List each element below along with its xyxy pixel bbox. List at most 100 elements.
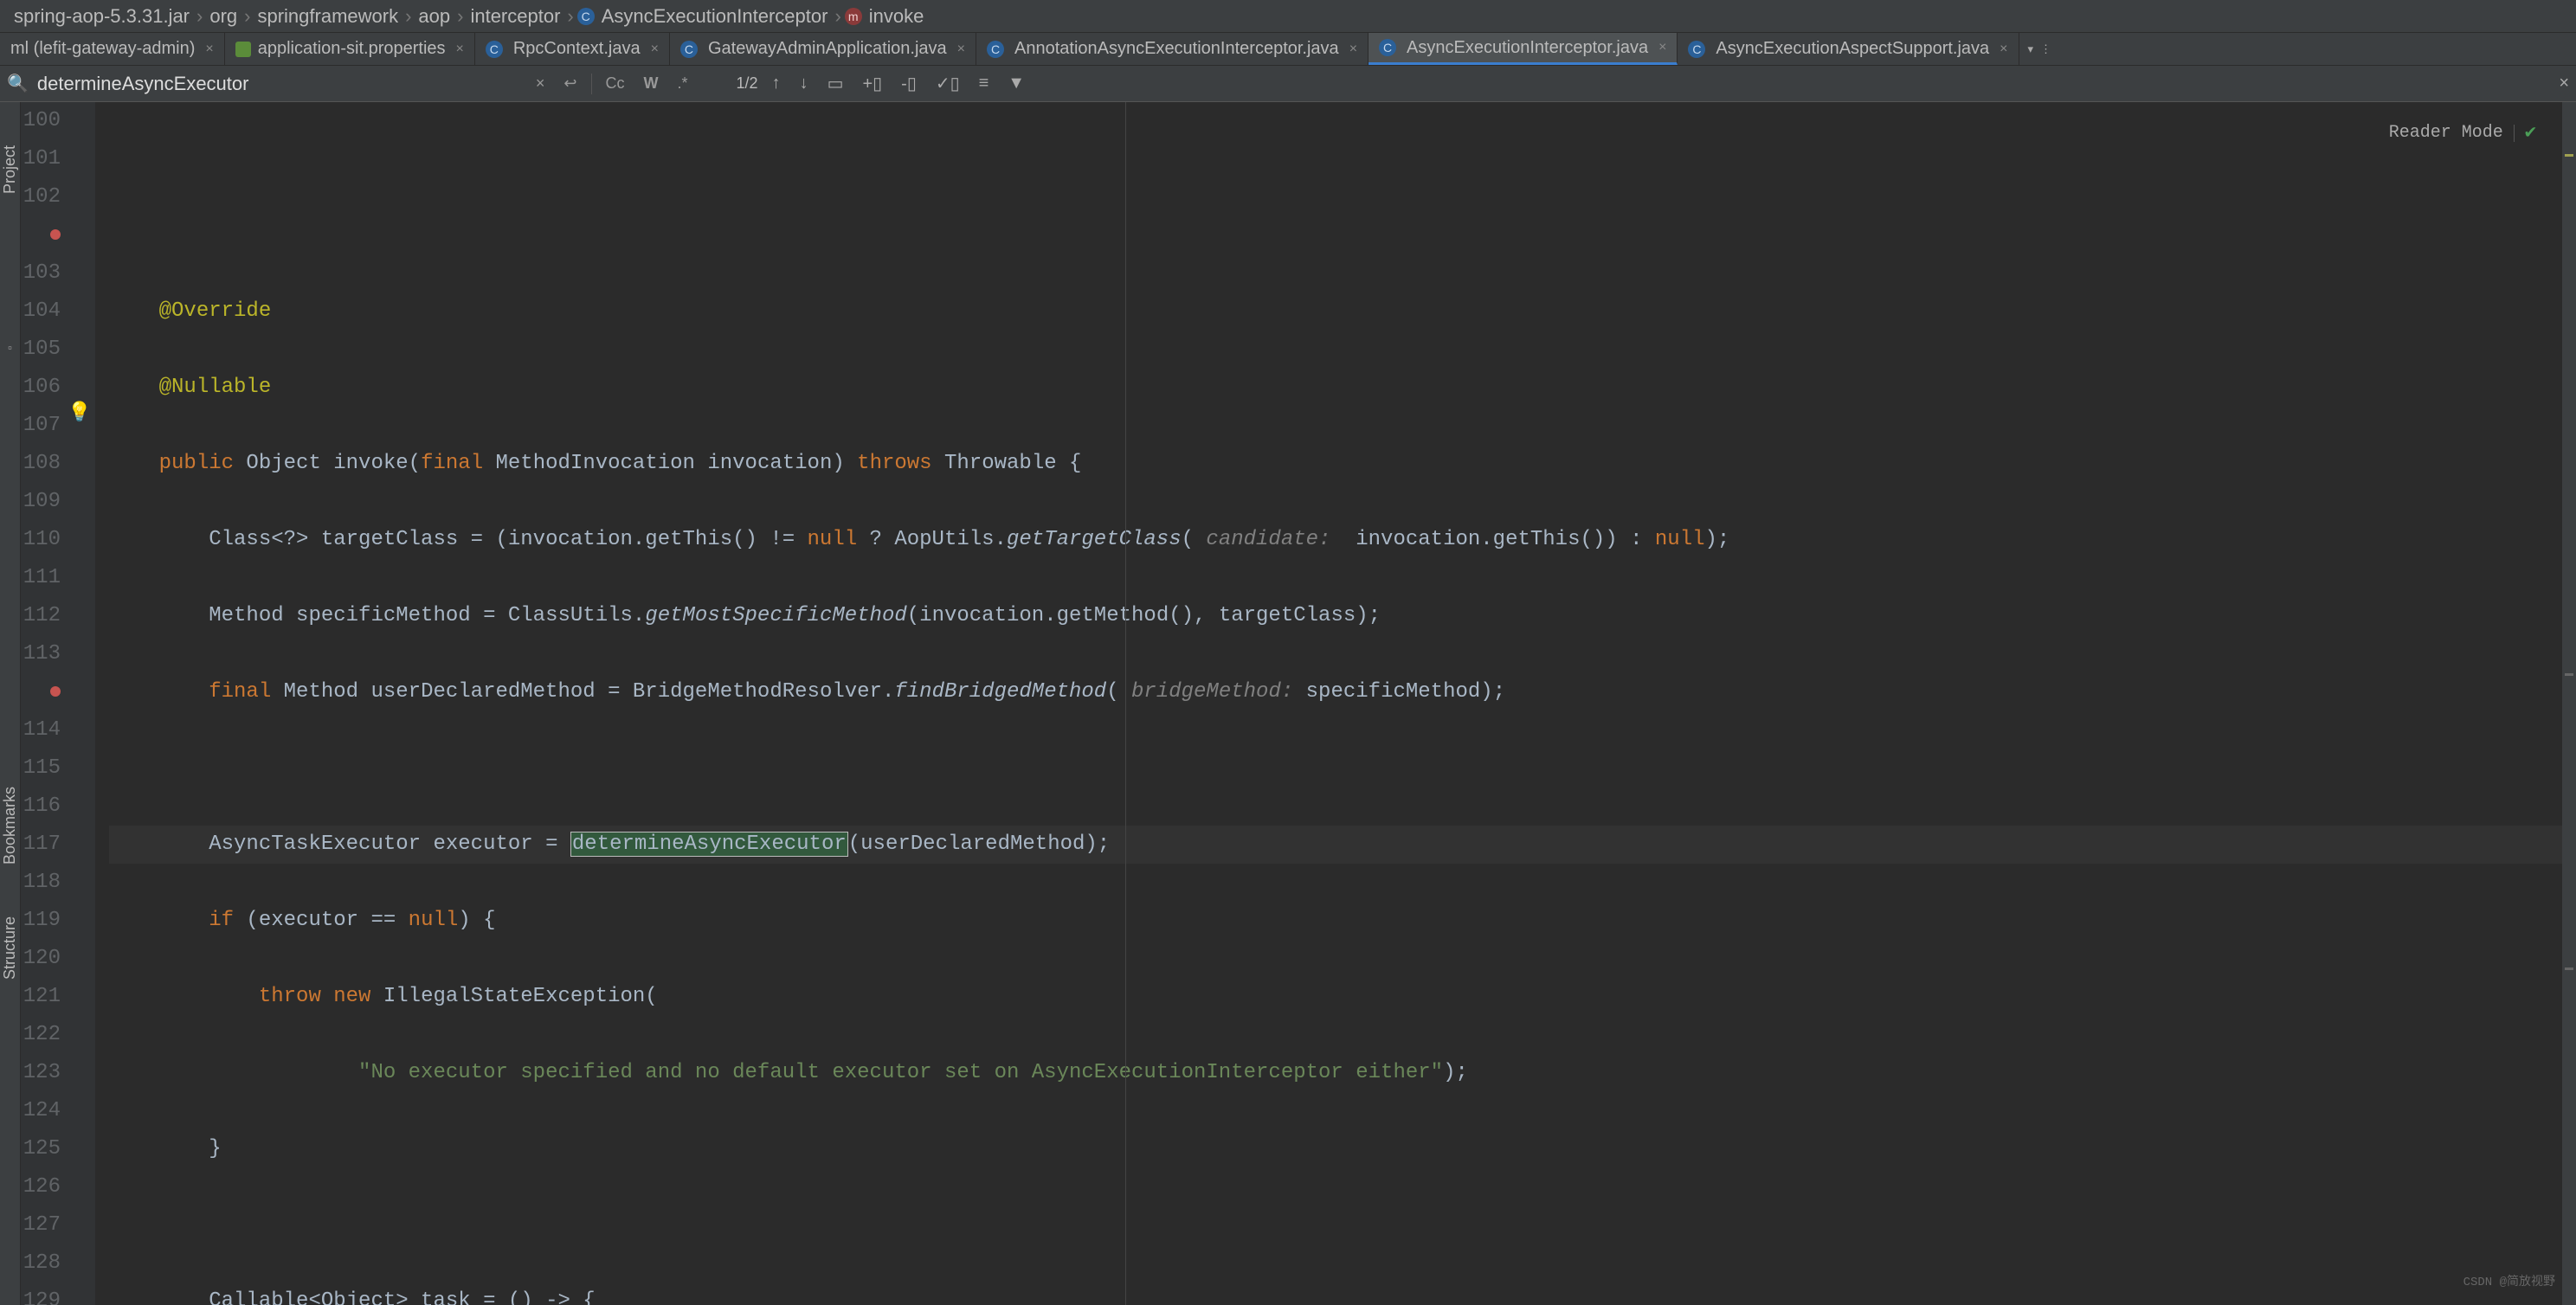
check-icon: ✔ (2525, 114, 2536, 152)
more-menu-icon[interactable]: ⋮ (2040, 42, 2051, 56)
tab-label: application-sit.properties (258, 39, 446, 59)
class-icon: C (486, 41, 503, 58)
tab-async-interceptor[interactable]: C AsyncExecutionInterceptor.java × (1368, 33, 1678, 65)
line-number[interactable]: 104 (21, 292, 61, 331)
class-icon: C (1688, 41, 1705, 58)
line-number[interactable]: 121 (21, 978, 61, 1016)
find-in-selection-icon[interactable]: ≡ (974, 74, 995, 93)
line-number[interactable]: 128 (21, 1244, 61, 1282)
fold-gutter[interactable] (71, 102, 95, 1305)
tool-window-strip-left: Project ▫ Bookmarks Structure (0, 102, 21, 1305)
editor-tabs: ml (lefit-gateway-admin) × application-s… (0, 33, 2576, 66)
crumb-springframework[interactable]: springframework (254, 5, 402, 28)
right-margin-ruler (1125, 102, 1126, 1305)
class-icon: C (680, 41, 698, 58)
line-number[interactable]: 118 (21, 864, 61, 902)
line-number[interactable]: 114 (21, 711, 61, 749)
line-number[interactable]: 126 (21, 1168, 61, 1206)
line-number[interactable]: 112 (21, 597, 61, 635)
line-number[interactable]: 110 (21, 521, 61, 559)
crumb-interceptor[interactable]: interceptor (467, 5, 564, 28)
class-icon: C (577, 8, 595, 25)
line-number[interactable]: 106 (21, 369, 61, 407)
watermark: CSDN @简放视野 (2463, 1263, 2555, 1302)
line-number[interactable]: 111 (21, 559, 61, 597)
search-result: determineAsyncExecutor (570, 832, 848, 857)
line-number[interactable]: 108 (21, 445, 61, 483)
close-icon[interactable]: × (456, 42, 464, 57)
breadcrumb[interactable]: spring-aop-5.3.31.jar › org › springfram… (0, 0, 2576, 33)
line-number[interactable]: 123 (21, 1054, 61, 1092)
close-icon[interactable]: × (1349, 42, 1357, 57)
project-tool-button[interactable]: Project (1, 145, 19, 194)
line-number[interactable]: 103 (21, 254, 61, 292)
close-icon[interactable]: × (957, 42, 965, 57)
structure-tool-button[interactable]: Structure (1, 916, 19, 980)
editor-scrollbar[interactable] (2562, 102, 2576, 1305)
next-match-icon[interactable]: ↓ (795, 74, 814, 93)
line-number[interactable]: 107 (21, 407, 61, 445)
match-case-button[interactable]: Cc (601, 73, 630, 94)
crumb-class[interactable]: AsyncExecutionInterceptor (598, 5, 832, 28)
tab-label: RpcContext.java (513, 39, 641, 59)
line-number[interactable]: 122 (21, 1016, 61, 1054)
tab-label: AsyncExecutionInterceptor.java (1407, 38, 1648, 58)
clear-find-icon[interactable]: × (531, 73, 551, 94)
folder-icon[interactable]: ▫ (8, 341, 12, 354)
line-number[interactable]: 109 (21, 483, 61, 521)
line-number[interactable]: 102 (21, 178, 61, 254)
prev-match-icon[interactable]: ↑ (767, 74, 786, 93)
crumb-aop[interactable]: aop (415, 5, 454, 28)
line-number[interactable]: 125 (21, 1130, 61, 1168)
leaf-icon (235, 42, 251, 57)
close-icon[interactable]: × (205, 42, 213, 57)
filter-icon[interactable]: ▼ (1002, 74, 1030, 93)
tab-label: AnnotationAsyncExecutionInterceptor.java (1014, 39, 1339, 59)
add-selection-icon[interactable]: +▯ (857, 73, 887, 94)
line-number[interactable]: 119 (21, 902, 61, 940)
tab-gatewayadmin[interactable]: C GatewayAdminApplication.java × (670, 33, 976, 65)
line-number-gutter[interactable]: 1001011021031041051061071081091101111121… (21, 102, 71, 1305)
line-number[interactable]: 105 (21, 331, 61, 369)
close-icon[interactable]: × (1658, 40, 1666, 55)
crumb-jar[interactable]: spring-aop-5.3.31.jar (10, 5, 193, 28)
tab-async-aspect-support[interactable]: C AsyncExecutionAspectSupport.java × (1678, 33, 2019, 65)
line-number[interactable]: 101 (21, 140, 61, 178)
line-number[interactable]: 115 (21, 749, 61, 788)
remove-selection-icon[interactable]: -▯ (896, 73, 922, 94)
code-editor[interactable]: 💡 Reader Mode ✔ @Override @Nullable publ… (95, 102, 2562, 1305)
line-number[interactable]: 113 (21, 635, 61, 711)
line-number[interactable]: 116 (21, 788, 61, 826)
close-icon[interactable]: × (2000, 42, 2007, 57)
regex-button[interactable]: .* (673, 73, 693, 94)
breakpoint-icon[interactable] (50, 686, 61, 697)
line-number[interactable]: 117 (21, 826, 61, 864)
line-number[interactable]: 124 (21, 1092, 61, 1130)
tab-label: ml (lefit-gateway-admin) (10, 39, 195, 59)
crumb-org[interactable]: org (206, 5, 241, 28)
line-number[interactable]: 120 (21, 940, 61, 978)
bookmarks-tool-button[interactable]: Bookmarks (1, 787, 19, 865)
chevron-down-icon[interactable]: ▾ (2028, 42, 2034, 56)
method-icon: m (845, 8, 862, 25)
chevron-right-icon: › (454, 5, 467, 28)
select-occurrences-icon[interactable]: ✓▯ (931, 73, 965, 94)
breakpoint-icon[interactable] (50, 229, 61, 240)
close-find-icon[interactable]: × (2559, 74, 2569, 93)
select-all-icon[interactable]: ▭ (822, 73, 849, 94)
close-icon[interactable]: × (651, 42, 659, 57)
tab-annotation-async[interactable]: C AnnotationAsyncExecutionInterceptor.ja… (976, 33, 1368, 65)
tab-application-properties[interactable]: application-sit.properties × (225, 33, 475, 65)
crumb-method[interactable]: invoke (866, 5, 928, 28)
tab-ml-admin[interactable]: ml (lefit-gateway-admin) × (0, 33, 225, 65)
reader-mode-toggle[interactable]: Reader Mode ✔ (2389, 114, 2536, 152)
chevron-right-icon: › (402, 5, 415, 28)
intention-bulb-icon[interactable]: 💡 (68, 395, 91, 433)
line-number[interactable]: 127 (21, 1206, 61, 1244)
line-number[interactable]: 100 (21, 102, 61, 140)
whole-word-button[interactable]: W (639, 73, 664, 94)
line-number[interactable]: 129 (21, 1282, 61, 1305)
find-input[interactable] (37, 73, 522, 95)
back-history-icon[interactable]: ↩ (558, 73, 582, 94)
tab-rpccontext[interactable]: C RpcContext.java × (475, 33, 670, 65)
